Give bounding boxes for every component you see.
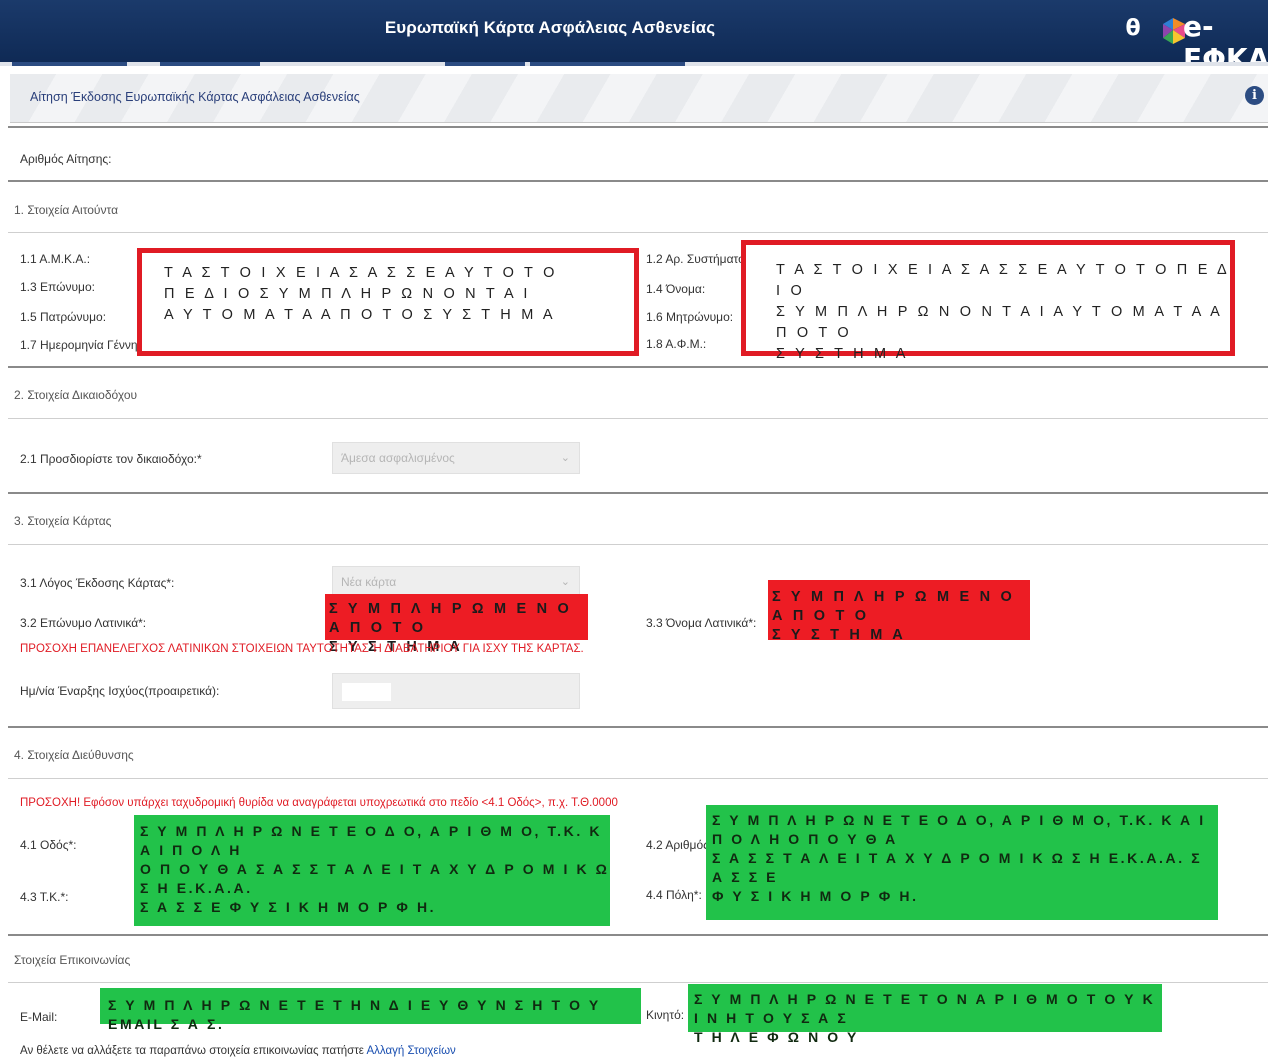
- beneficiary-select[interactable]: Άμεσα ασφαλισμένος ⌄: [332, 442, 580, 474]
- divider: [8, 982, 1268, 983]
- latin-check-warning: ΠΡΟΣΟΧΗ ΕΠΑΝΕΛΕΓΧΟΣ ΛΑΤΙΝΙΚΩΝ ΣΤΟΙΧΕΙΩΝ …: [20, 643, 584, 655]
- latin-surname-autofill-note: Σ Υ Μ Π Λ Η Ρ Ω Μ Ε Ν Ο Α Π Ο Τ Ο Σ Υ Σ …: [325, 594, 588, 655]
- divider: [8, 934, 1268, 936]
- divider: [8, 778, 1268, 779]
- theta-icon[interactable]: θ: [1122, 16, 1144, 41]
- system-number-label: 1.2 Αρ. Συστήματος:: [646, 252, 754, 266]
- section-applicant-title: 1. Στοιχεία Αιτούντα: [14, 203, 119, 217]
- change-contact-link[interactable]: Αλλαγή Στοιχείων: [366, 1045, 455, 1057]
- chevron-down-icon: ⌄: [560, 576, 570, 588]
- latin-surname-label: 3.2 Επώνυμο Λατινικά*:: [20, 616, 147, 630]
- card-reason-select-value: Νέα κάρτα: [341, 575, 397, 589]
- applicant-left-autofill-box: Τ Α Σ Τ Ο Ι Χ Ε Ι Α Σ Α Σ Σ Ε Α Υ Τ Ο Τ …: [137, 248, 639, 356]
- latin-name-label: 3.3 Όνομα Λατινικά*:: [646, 616, 757, 630]
- fathers-name-label: 1.5 Πατρώνυμο:: [20, 310, 107, 324]
- first-name-label: 1.4 Όνομα:: [646, 282, 706, 296]
- start-date-input[interactable]: [332, 673, 580, 709]
- afm-label: 1.8 Α.Φ.Μ.:: [646, 337, 707, 351]
- efka-logo-text: e-ΕΦΚΑ: [1183, 10, 1268, 76]
- info-icon[interactable]: i: [1245, 86, 1264, 105]
- page-title: Ευρωπαϊκή Κάρτα Ασφάλειας Ασθενείας: [384, 18, 716, 37]
- section-address-title: 4. Στοιχεία Διεύθυνσης: [14, 748, 134, 762]
- card-reason-label: 3.1 Λόγος Έκδοσης Κάρτας*:: [20, 576, 175, 590]
- divider: [8, 366, 1268, 368]
- applicant-left-autofill-note: Τ Α Σ Τ Ο Ι Χ Ε Ι Α Σ Α Σ Σ Ε Α Υ Τ Ο Τ …: [164, 265, 558, 323]
- beneficiary-select-value: Άμεσα ασφαλισμένος: [341, 451, 455, 465]
- section-beneficiary-title: 2. Στοιχεία Δικαιοδόχου: [14, 388, 138, 402]
- application-number-label: Αριθμός Αίτησης:: [20, 152, 112, 166]
- street-label: 4.1 Οδός*:: [20, 838, 77, 852]
- divider: [8, 418, 1268, 419]
- postcode-label: 4.3 Τ.Κ.*:: [20, 890, 69, 904]
- po-box-warning: ΠΡΟΣΟΧΗ! Εφόσον υπάρχει ταχυδρομική θυρί…: [20, 797, 618, 809]
- divider: [8, 492, 1268, 494]
- divider: [8, 544, 1268, 545]
- mothers-name-label: 1.6 Μητρώνυμο:: [646, 310, 734, 324]
- divider: [8, 232, 1268, 233]
- email-label: E-Mail:: [20, 1010, 58, 1024]
- mobile-instruction: Σ Υ Μ Π Λ Η Ρ Ω Ν Ε Τ Ε Τ Ο Ν Α Ρ Ι Θ Μ …: [688, 984, 1162, 1045]
- latin-name-autofill-note: Σ Υ Μ Π Λ Η Ρ Ω Μ Ε Ν Ο Α Π Ο Τ Ο Σ Υ Σ …: [768, 580, 1030, 643]
- form-title: Αίτηση Έκδοσης Ευρωπαϊκής Κάρτας Ασφάλει…: [30, 90, 360, 104]
- applicant-right-autofill-box: Τ Α Σ Τ Ο Ι Χ Ε Ι Α Σ Α Σ Σ Ε Α Υ Τ Ο Τ …: [741, 240, 1235, 362]
- surname-label: 1.3 Επώνυμο:: [20, 280, 95, 294]
- email-instruction: Σ Υ Μ Π Λ Η Ρ Ω Ν Ε Τ Ε Τ Η Ν Δ Ι Ε Υ Θ …: [100, 988, 641, 1032]
- mobile-label: Κινητό:: [646, 1008, 685, 1022]
- address-right-instruction: Σ Υ Μ Π Λ Η Ρ Ω Ν Ε Τ Ε Ο Δ Ο, Α Ρ Ι Θ Μ…: [706, 805, 1218, 920]
- section-contact-title: Στοιχεία Επικοινωνίας: [14, 953, 131, 967]
- divider: [8, 126, 1268, 128]
- divider: [8, 180, 1268, 182]
- applicant-right-autofill-note: Τ Α Σ Τ Ο Ι Χ Ε Ι Α Σ Α Σ Σ Ε Α Υ Τ Ο Τ …: [776, 262, 1230, 362]
- change-contact-prompt: Αν θέλετε να αλλάξετε τα παραπάνω στοιχε…: [20, 1045, 364, 1057]
- section-card-title: 3. Στοιχεία Κάρτας: [14, 514, 112, 528]
- chevron-down-icon: ⌄: [560, 452, 570, 464]
- top-tab-strip: [0, 62, 1268, 66]
- divider: [8, 726, 1268, 728]
- beneficiary-label: 2.1 Προσδιορίστε τον δικαιοδόχο:*: [20, 452, 202, 466]
- card-reason-select[interactable]: Νέα κάρτα ⌄: [332, 566, 580, 596]
- address-left-instruction: Σ Υ Μ Π Λ Η Ρ Ω Ν Ε Τ Ε Ο Δ Ο, Α Ρ Ι Θ Μ…: [134, 815, 610, 926]
- change-contact-text: Αν θέλετε να αλλάξετε τα παραπάνω στοιχε…: [20, 1045, 456, 1057]
- start-date-label: Ημ/νία Έναρξης Ισχύος(προαιρετικά):: [20, 684, 220, 698]
- start-date-value: [342, 683, 391, 701]
- city-label: 4.4 Πόλη*:: [646, 888, 702, 902]
- amka-label: 1.1 Α.Μ.Κ.Α.:: [20, 252, 91, 266]
